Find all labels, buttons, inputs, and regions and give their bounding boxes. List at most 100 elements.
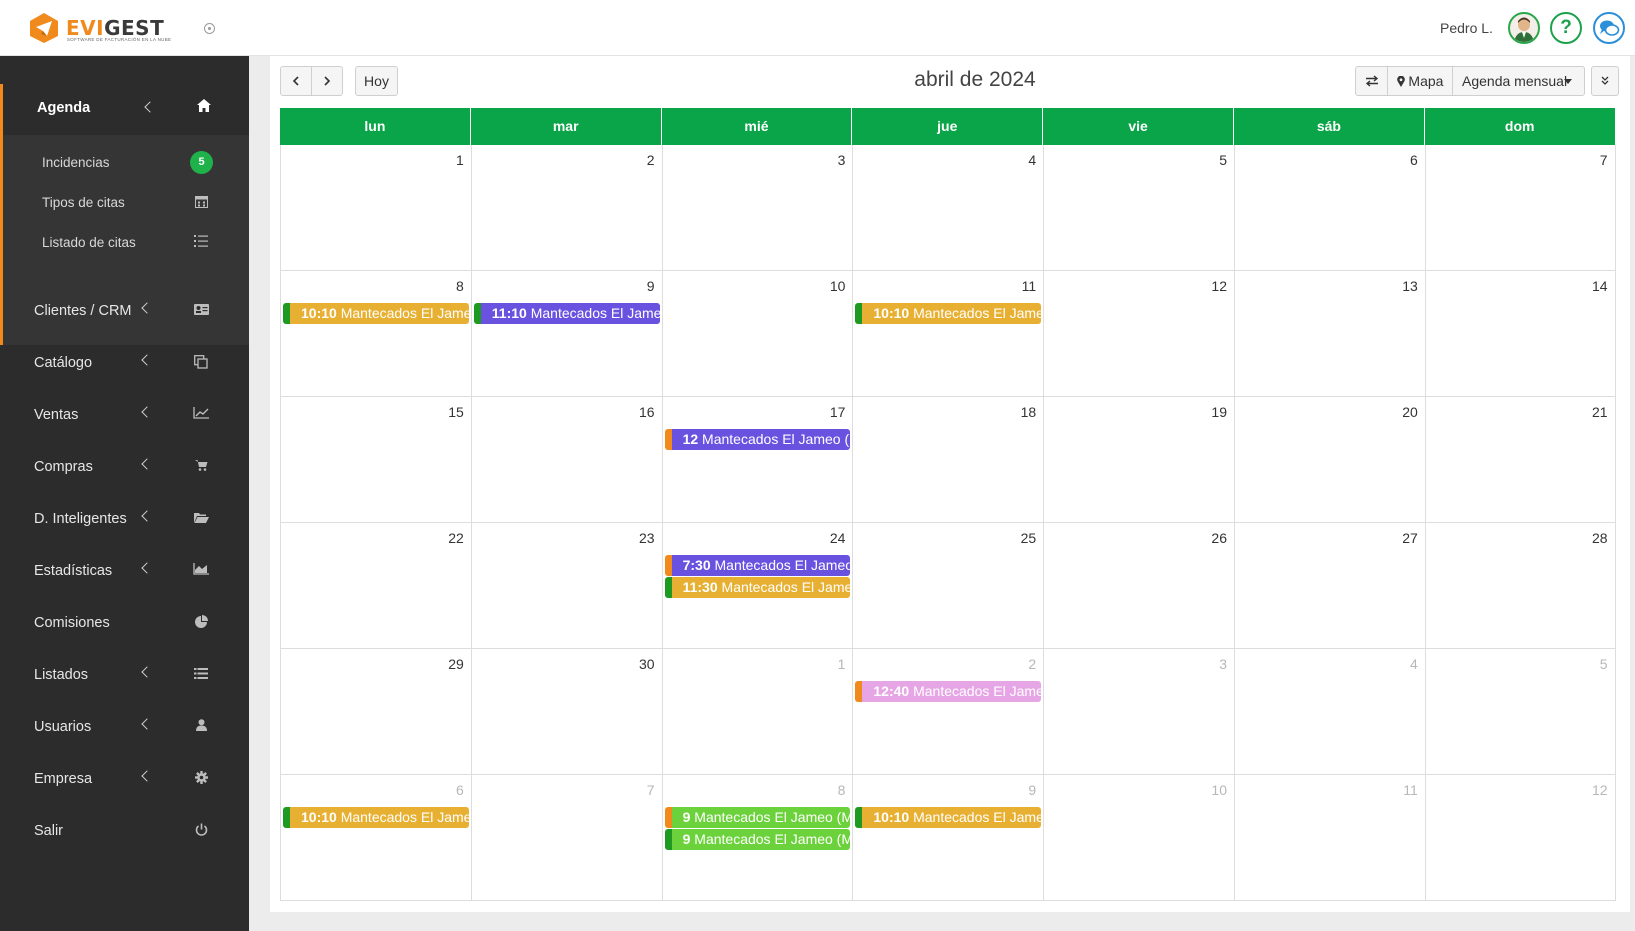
day-number[interactable]: 26: [1211, 530, 1227, 546]
sidebar-subitem-tipos-de-citas[interactable]: Tipos de citas: [0, 183, 249, 223]
day-cell[interactable]: 7: [470, 775, 662, 901]
day-cell[interactable]: 30: [470, 649, 662, 775]
day-number[interactable]: 28: [1592, 530, 1608, 546]
day-cell[interactable]: 16: [470, 397, 662, 523]
day-cell[interactable]: 25: [852, 523, 1044, 649]
day-cell[interactable]: 19: [1043, 397, 1234, 523]
day-cell[interactable]: 18: [852, 397, 1044, 523]
sidebar-item-catalogo[interactable]: Catálogo: [0, 343, 249, 383]
user-avatar[interactable]: [1508, 12, 1540, 44]
more-options-button[interactable]: [1591, 66, 1619, 96]
map-button[interactable]: Mapa: [1387, 66, 1453, 96]
day-number[interactable]: 17: [830, 404, 846, 420]
day-cell[interactable]: 8 9 Mantecados El Jameo (Ma 9 Mantecados E…: [661, 775, 853, 901]
day-number[interactable]: 1: [456, 152, 464, 168]
sidebar-item-ventas[interactable]: Ventas: [0, 395, 249, 435]
sidebar-item-comisiones[interactable]: Comisiones: [0, 603, 249, 643]
day-cell[interactable]: 21: [1424, 397, 1616, 523]
today-button[interactable]: Hoy: [355, 66, 398, 96]
day-cell[interactable]: 11 10:10 Mantecados El Jameo: [852, 271, 1044, 397]
sidebar-toggle-icon[interactable]: [204, 23, 215, 34]
day-number[interactable]: 5: [1219, 152, 1227, 168]
day-number[interactable]: 27: [1402, 530, 1418, 546]
day-cell[interactable]: 9 11:10 Mantecados El Jameo: [470, 271, 662, 397]
day-number[interactable]: 29: [448, 656, 464, 672]
day-number[interactable]: 18: [1021, 404, 1037, 420]
day-number[interactable]: 30: [639, 656, 655, 672]
calendar-event[interactable]: 10:10 Mantecados El Jameo: [283, 807, 469, 828]
day-cell[interactable]: 10: [661, 271, 853, 397]
day-number[interactable]: 3: [1219, 656, 1227, 672]
day-number[interactable]: 11: [1022, 278, 1037, 294]
user-name[interactable]: Pedro L.: [1440, 20, 1493, 36]
calendar-event[interactable]: 9 Mantecados El Jameo (Ma: [664, 807, 851, 828]
calendar-event[interactable]: 11:30 Mantecados El Jameo: [664, 577, 851, 598]
calendar-event[interactable]: 10:10 Mantecados El Jameo: [283, 303, 469, 324]
day-number[interactable]: 6: [456, 782, 464, 798]
day-cell[interactable]: 12: [1043, 271, 1234, 397]
sidebar-item-clientes-crm[interactable]: Clientes / CRM: [0, 291, 249, 331]
view-select[interactable]: Agenda mensual: [1452, 66, 1585, 96]
day-cell[interactable]: 2: [470, 145, 662, 271]
day-number[interactable]: 5: [1600, 656, 1608, 672]
day-number[interactable]: 24: [830, 530, 846, 546]
sidebar-item-d-inteligentes[interactable]: D. Inteligentes: [0, 499, 249, 539]
day-cell[interactable]: 4: [1234, 649, 1425, 775]
day-number[interactable]: 4: [1028, 152, 1036, 168]
day-cell[interactable]: 22: [280, 523, 471, 649]
day-cell[interactable]: 12: [1424, 775, 1616, 901]
day-cell[interactable]: 11: [1234, 775, 1425, 901]
prev-month-button[interactable]: [280, 66, 312, 96]
day-number[interactable]: 9: [1028, 782, 1036, 798]
day-cell[interactable]: 5: [1424, 649, 1616, 775]
day-number[interactable]: 22: [448, 530, 464, 546]
sidebar-item-usuarios[interactable]: Usuarios: [0, 707, 249, 747]
sidebar-item-estadisticas[interactable]: Estadísticas: [0, 551, 249, 591]
day-cell[interactable]: 1: [661, 649, 853, 775]
day-cell[interactable]: 6: [1234, 145, 1425, 271]
day-number[interactable]: 9: [647, 278, 655, 294]
day-number[interactable]: 23: [639, 530, 655, 546]
day-cell[interactable]: 1: [280, 145, 471, 271]
calendar-event[interactable]: 10:10 Mantecados El Jameo: [855, 303, 1042, 324]
day-cell[interactable]: 7: [1424, 145, 1616, 271]
calendar-event[interactable]: 10:10 Mantecados El Jameo: [855, 807, 1042, 828]
day-cell[interactable]: 23: [470, 523, 662, 649]
next-month-button[interactable]: [311, 66, 343, 96]
sidebar-item-listados[interactable]: Listados: [0, 655, 249, 695]
swap-view-button[interactable]: [1355, 66, 1388, 96]
sidebar-subitem-incidencias[interactable]: Incidencias 5: [0, 143, 249, 183]
chat-icon[interactable]: [1593, 12, 1625, 44]
day-number[interactable]: 4: [1410, 656, 1418, 672]
calendar-event[interactable]: 7:30 Mantecados El Jameo: [664, 555, 851, 576]
day-number[interactable]: 11: [1403, 782, 1418, 798]
calendar-event[interactable]: 12:40 Mantecados El Jameo: [855, 681, 1042, 702]
day-number[interactable]: 3: [838, 152, 846, 168]
day-number[interactable]: 25: [1021, 530, 1037, 546]
day-number[interactable]: 2: [1028, 656, 1036, 672]
day-number[interactable]: 12: [1592, 782, 1608, 798]
day-cell[interactable]: 5: [1043, 145, 1234, 271]
day-cell[interactable]: 20: [1234, 397, 1425, 523]
day-cell[interactable]: 24 7:30 Mantecados El Jameo 11:30 Mantecad…: [661, 523, 853, 649]
day-number[interactable]: 20: [1402, 404, 1418, 420]
day-cell[interactable]: 17 12 Mantecados El Jameo (M: [661, 397, 853, 523]
day-number[interactable]: 16: [639, 404, 655, 420]
help-icon[interactable]: ?: [1550, 12, 1582, 44]
day-number[interactable]: 10: [1211, 782, 1227, 798]
day-cell[interactable]: 15: [280, 397, 471, 523]
day-number[interactable]: 19: [1211, 404, 1227, 420]
sidebar-item-compras[interactable]: Compras: [0, 447, 249, 487]
day-number[interactable]: 1: [838, 656, 846, 672]
day-cell[interactable]: 14: [1424, 271, 1616, 397]
day-cell[interactable]: 3: [661, 145, 853, 271]
day-cell[interactable]: 26: [1043, 523, 1234, 649]
sidebar-item-empresa[interactable]: Empresa: [0, 759, 249, 799]
day-cell[interactable]: 10: [1043, 775, 1234, 901]
day-cell[interactable]: 13: [1234, 271, 1425, 397]
day-number[interactable]: 8: [838, 782, 846, 798]
day-cell[interactable]: 27: [1234, 523, 1425, 649]
sidebar-item-salir[interactable]: Salir: [0, 811, 249, 851]
day-number[interactable]: 12: [1211, 278, 1227, 294]
day-number[interactable]: 14: [1592, 278, 1608, 294]
